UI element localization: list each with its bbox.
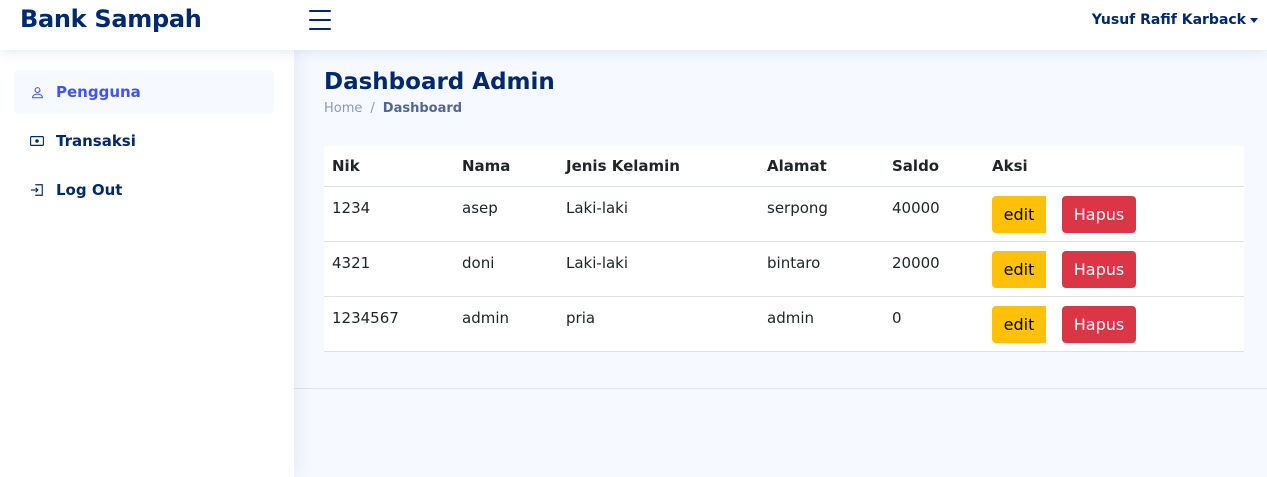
sidebar-item-logout[interactable]: Log Out [14,168,274,212]
sidebar-item-label: Pengguna [56,83,141,101]
cell-nama: asep [454,186,558,242]
users-table-card: Nik Nama Jenis Kelamin Alamat Saldo Aksi… [324,146,1244,352]
edit-button[interactable]: edit [992,195,1046,233]
cell-alamat: serpong [759,186,884,242]
cell-saldo: 20000 [884,241,984,297]
person-icon [30,85,44,99]
top-header: Bank Sampah Yusuf Rafif Karback [0,0,1267,50]
breadcrumb: Home / Dashboard [324,101,462,116]
cell-nama: admin [454,296,558,352]
cell-jenis-kelamin: pria [558,296,759,352]
users-table: Nik Nama Jenis Kelamin Alamat Saldo Aksi… [324,146,1244,352]
cell-jenis-kelamin: Laki-laki [558,186,759,242]
breadcrumb-home[interactable]: Home [324,101,362,116]
table-header-row: Nik Nama Jenis Kelamin Alamat Saldo Aksi [324,146,1244,187]
footer-divider [294,388,1267,389]
sidebar-item-label: Log Out [56,181,123,199]
sidebar-item-label: Transaksi [56,132,136,150]
hapus-button[interactable]: Hapus [1062,195,1136,233]
column-header-jenis-kelamin: Jenis Kelamin [558,146,759,187]
edit-button[interactable]: edit [992,305,1046,343]
cell-jenis-kelamin: Laki-laki [558,241,759,297]
table-row: 4321 doni Laki-laki bintaro 20000 edit Ha… [324,241,1244,297]
column-header-alamat: Alamat [759,146,884,187]
table-row: 1234 asep Laki-laki serpong 40000 edit Ha… [324,186,1244,242]
main-content: Dashboard Admin Home / Dashboard Nik Nam… [294,50,1267,477]
cell-aksi: edit Hapus [984,186,1244,242]
cell-alamat: bintaro [759,241,884,297]
cell-aksi: edit Hapus [984,241,1244,297]
user-name: Yusuf Rafif Karback [1091,12,1246,28]
cell-nik: 1234567 [324,296,454,352]
sidebar: Pengguna Transaksi Log Out [0,50,294,477]
cell-saldo: 40000 [884,186,984,242]
cell-nama: doni [454,241,558,297]
menu-toggle-icon[interactable] [309,10,331,30]
table-row: 1234567 admin pria admin 0 edit Hapus [324,296,1244,352]
hapus-button[interactable]: Hapus [1062,250,1136,288]
cell-nik: 1234 [324,186,454,242]
column-header-aksi: Aksi [984,146,1244,187]
box-arrow-in-right-icon [30,183,44,197]
caret-down-icon [1250,18,1258,23]
breadcrumb-current: Dashboard [382,101,463,116]
user-dropdown[interactable]: Yusuf Rafif Karback [1092,12,1258,28]
column-header-nama: Nama [454,146,558,187]
sidebar-item-pengguna[interactable]: Pengguna [14,70,274,114]
column-header-saldo: Saldo [884,146,984,187]
cell-alamat: admin [759,296,884,352]
cell-aksi: edit Hapus [984,296,1244,352]
hapus-button[interactable]: Hapus [1062,305,1136,343]
cell-nik: 4321 [324,241,454,297]
breadcrumb-separator: / [370,101,375,116]
column-header-nik: Nik [324,146,454,187]
cell-saldo: 0 [884,296,984,352]
edit-button[interactable]: edit [992,250,1046,288]
sidebar-item-transaksi[interactable]: Transaksi [14,119,274,163]
page-title: Dashboard Admin [324,69,555,95]
cash-icon [30,134,44,148]
brand-logo[interactable]: Bank Sampah [20,5,202,33]
